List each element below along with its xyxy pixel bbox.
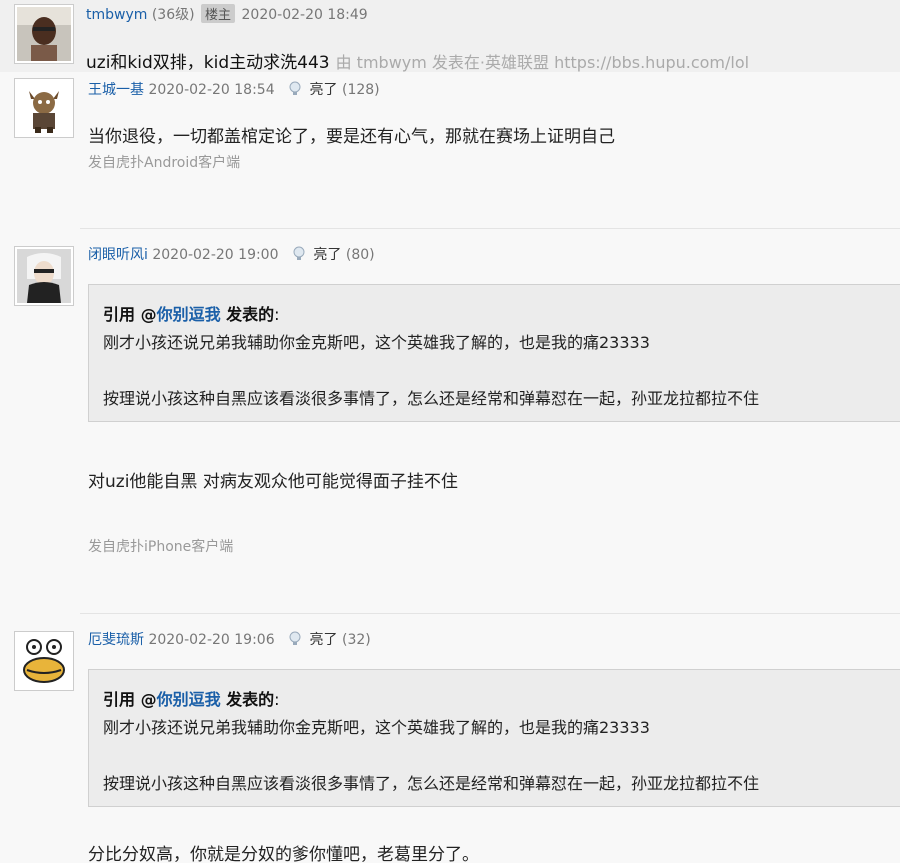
thread-title: uzi和kid双排，kid主动求洗443 由 tmbwym 发表在·英雄联盟 ht…	[86, 48, 749, 73]
avatar[interactable]	[14, 631, 74, 691]
quote-line: 刚才小孩还说兄弟我辅助你金克斯吧，这个英雄我了解的，也是我的痛23333	[103, 333, 650, 352]
avatar[interactable]	[14, 4, 74, 64]
reply-username[interactable]: 闭眼听风i	[88, 247, 148, 263]
user-avatar-icon	[17, 81, 71, 135]
quote-suffix: 发表的	[220, 690, 275, 709]
thread-title-text: uzi和kid双排，kid主动求洗443	[86, 53, 330, 73]
user-avatar-icon	[17, 634, 71, 688]
quote-line: 按理说小孩这种自黑应该看淡很多事情了，怎么还是经常和弹幕怼在一起，孙亚龙拉都拉不…	[103, 389, 760, 408]
reply-client: 发自虎扑Android客户端	[88, 155, 241, 171]
light-count: (80)	[345, 247, 375, 263]
user-avatar-icon	[17, 7, 71, 61]
quote-colon: :	[274, 305, 280, 324]
reply-content: 分比分奴高，你就是分奴的爹你懂吧，老葛里分了。	[88, 845, 479, 863]
reply-content: 对uzi他能自黑 对病友观众他可能觉得面子挂不住	[88, 472, 458, 492]
reply-meta: 厄斐琉斯 2020-02-20 19:06 亮了 (32)	[88, 629, 371, 649]
light-count: (32)	[341, 632, 371, 648]
op-username[interactable]: tmbwym	[86, 7, 147, 23]
quote-user[interactable]: 你别逗我	[157, 690, 221, 709]
thread-source[interactable]: 由 tmbwym 发表在·英雄联盟 https://bbs.hupu.com/l…	[336, 53, 750, 72]
quote-block: 引用 @你别逗我 发表的: 刚才小孩还说兄弟我辅助你金克斯吧，这个英雄我了解的，…	[88, 284, 900, 422]
reply-post: 王城一基 2020-02-20 18:54 亮了 (128) 当你退役，一切都盖…	[0, 72, 900, 228]
reply-time: 2020-02-20 19:06	[148, 632, 275, 648]
lightbulb-icon[interactable]	[291, 246, 307, 262]
reply-username[interactable]: 王城一基	[88, 82, 144, 98]
quote-header: 引用 @你别逗我 发表的:	[103, 301, 280, 325]
reply-post: 闭眼听风i 2020-02-20 19:00 亮了 (80) 引用 @你别逗我 …	[0, 229, 900, 613]
reply-meta: 闭眼听风i 2020-02-20 19:00 亮了 (80)	[88, 244, 375, 264]
op-meta: tmbwym (36级) 楼主 2020-02-20 18:49	[86, 4, 368, 24]
op-badge: 楼主	[201, 4, 236, 23]
quote-prefix: 引用 @	[103, 690, 157, 709]
avatar[interactable]	[14, 246, 74, 306]
light-button[interactable]: 亮了	[313, 247, 341, 263]
light-button[interactable]: 亮了	[310, 82, 338, 98]
reply-time: 2020-02-20 18:54	[148, 82, 275, 98]
quote-prefix: 引用 @	[103, 305, 157, 324]
user-avatar-icon	[17, 249, 71, 303]
reply-client: 发自虎扑iPhone客户端	[88, 539, 234, 555]
quote-suffix: 发表的	[220, 305, 275, 324]
op-level: (36级)	[151, 7, 195, 23]
quote-line: 按理说小孩这种自黑应该看淡很多事情了，怎么还是经常和弹幕怼在一起，孙亚龙拉都拉不…	[103, 774, 760, 793]
quote-block: 引用 @你别逗我 发表的: 刚才小孩还说兄弟我辅助你金克斯吧，这个英雄我了解的，…	[88, 669, 900, 807]
reply-username[interactable]: 厄斐琉斯	[88, 632, 144, 648]
quote-colon: :	[274, 690, 280, 709]
avatar[interactable]	[14, 78, 74, 138]
reply-post: 厄斐琉斯 2020-02-20 19:06 亮了 (32) 引用 @你别逗我 发…	[0, 614, 900, 863]
quote-user[interactable]: 你别逗我	[157, 305, 221, 324]
op-time: 2020-02-20 18:49	[241, 7, 368, 23]
quote-header: 引用 @你别逗我 发表的:	[103, 686, 280, 710]
lightbulb-icon[interactable]	[287, 81, 303, 97]
reply-time: 2020-02-20 19:00	[152, 247, 279, 263]
light-count: (128)	[341, 82, 380, 98]
original-post-header: tmbwym (36级) 楼主 2020-02-20 18:49 uzi和kid…	[0, 0, 900, 73]
quote-line: 刚才小孩还说兄弟我辅助你金克斯吧，这个英雄我了解的，也是我的痛23333	[103, 718, 650, 737]
reply-content: 当你退役，一切都盖棺定论了，要是还有心气，那就在赛场上证明自己	[88, 127, 615, 147]
reply-meta: 王城一基 2020-02-20 18:54 亮了 (128)	[88, 79, 380, 99]
light-button[interactable]: 亮了	[310, 632, 338, 648]
lightbulb-icon[interactable]	[287, 631, 303, 647]
